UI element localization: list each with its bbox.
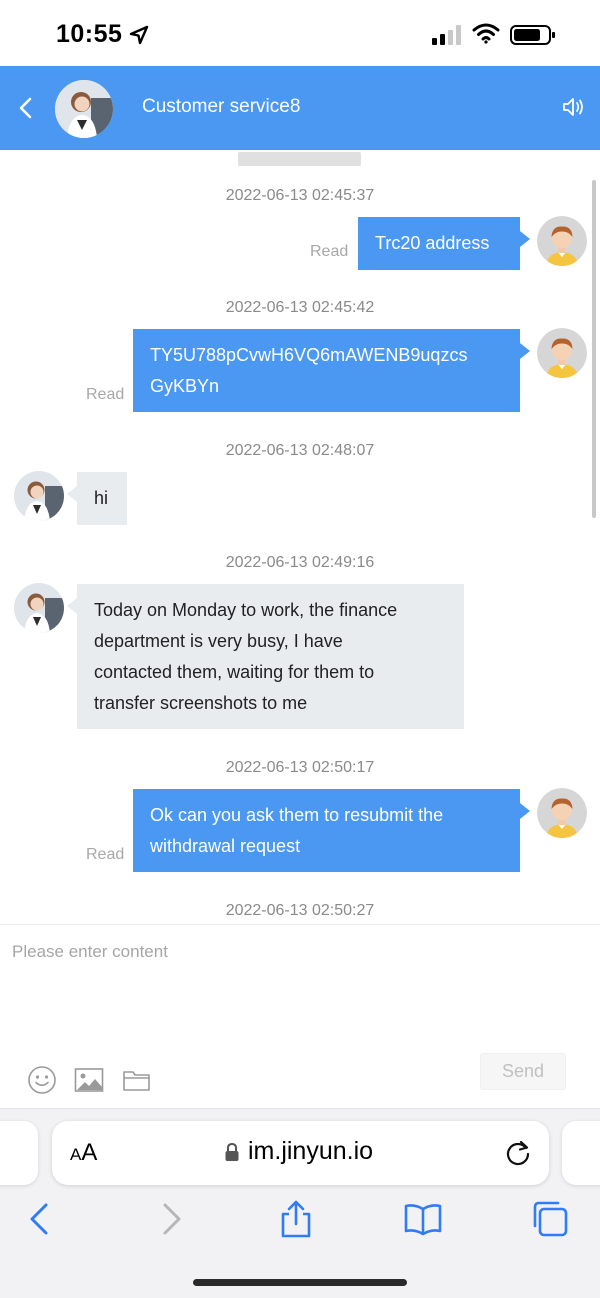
bubble-tail bbox=[67, 486, 77, 502]
image-icon[interactable] bbox=[74, 1065, 104, 1095]
home-indicator[interactable] bbox=[193, 1279, 407, 1286]
reader-text-size-button[interactable]: AA bbox=[70, 1139, 97, 1167]
user-avatar-icon bbox=[537, 788, 587, 838]
user-avatar[interactable] bbox=[537, 328, 587, 378]
pull-handle[interactable] bbox=[238, 152, 361, 166]
message-text-line: withdrawal request bbox=[150, 836, 301, 856]
bubble-tail bbox=[67, 598, 77, 614]
agent-photo-icon bbox=[14, 583, 64, 633]
previous-tab-preview[interactable] bbox=[0, 1121, 38, 1185]
message-list[interactable]: 2022-06-13 02:45:37 Read Trc20 address 2… bbox=[0, 150, 600, 924]
incoming-message-bubble[interactable]: Today on Monday to work, the finance dep… bbox=[77, 584, 464, 729]
agent-avatar[interactable] bbox=[14, 583, 64, 633]
outgoing-message-bubble[interactable]: TY5U788pCvwH6VQ6mAWENB9uqzcs GyKBYn bbox=[133, 329, 520, 412]
composer: Send bbox=[0, 924, 600, 1108]
status-bar: 10:55 bbox=[0, 0, 600, 66]
outgoing-message-bubble[interactable]: Trc20 address bbox=[358, 217, 520, 270]
cellular-signal-icon bbox=[432, 25, 461, 45]
message-text: Trc20 address bbox=[375, 233, 490, 253]
scrollbar[interactable] bbox=[592, 180, 596, 518]
status-time: 10:55 bbox=[56, 20, 123, 48]
bubble-tail bbox=[520, 803, 530, 819]
folder-icon[interactable] bbox=[122, 1065, 152, 1095]
reload-icon[interactable] bbox=[504, 1139, 532, 1167]
message-text-line: Today on Monday to work, the finance bbox=[94, 600, 398, 620]
read-receipt: Read bbox=[310, 243, 349, 260]
message-text-line: department is very busy, I have bbox=[94, 631, 343, 651]
share-icon[interactable] bbox=[276, 1199, 316, 1239]
user-avatar-icon bbox=[537, 328, 587, 378]
text-size-small-glyph: A bbox=[70, 1145, 82, 1164]
message-timestamp: 2022-06-13 02:49:16 bbox=[225, 554, 375, 571]
browser-back-icon[interactable] bbox=[20, 1199, 60, 1239]
location-arrow-icon bbox=[129, 25, 149, 45]
message-timestamp: 2022-06-13 02:45:37 bbox=[225, 187, 375, 204]
message-text-line: GyKBYn bbox=[150, 376, 220, 396]
browser-forward-icon[interactable] bbox=[151, 1199, 191, 1239]
chat-title: Customer service8 bbox=[142, 96, 301, 117]
agent-photo-icon bbox=[14, 471, 64, 521]
bubble-tail bbox=[520, 343, 530, 359]
message-timestamp: 2022-06-13 02:50:27 bbox=[225, 902, 375, 919]
agent-avatar[interactable] bbox=[14, 471, 64, 521]
bubble-tail bbox=[520, 231, 530, 247]
address-bar[interactable]: AA im.jinyun.io bbox=[52, 1121, 549, 1185]
message-timestamp: 2022-06-13 02:45:42 bbox=[225, 299, 375, 316]
bookmarks-icon[interactable] bbox=[403, 1199, 443, 1239]
send-button[interactable]: Send bbox=[480, 1053, 566, 1090]
agent-avatar[interactable] bbox=[55, 80, 113, 138]
browser-toolbar: AA im.jinyun.io bbox=[0, 1108, 600, 1298]
message-timestamp: 2022-06-13 02:48:07 bbox=[225, 442, 375, 459]
agent-photo-icon bbox=[55, 80, 113, 138]
read-receipt: Read bbox=[86, 846, 125, 863]
user-avatar[interactable] bbox=[537, 788, 587, 838]
message-input[interactable] bbox=[12, 937, 588, 967]
message-text-line: transfer screenshots to me bbox=[94, 693, 308, 713]
chat-header: Customer service8 bbox=[0, 66, 600, 150]
url-text: im.jinyun.io bbox=[248, 1137, 374, 1165]
message-text-line: Ok can you ask them to resubmit the bbox=[150, 805, 444, 825]
user-avatar-icon bbox=[537, 216, 587, 266]
text-size-large-glyph: A bbox=[81, 1139, 98, 1166]
incoming-message-bubble[interactable]: hi bbox=[77, 472, 127, 525]
message-text-line: contacted them, waiting for them to bbox=[94, 662, 375, 682]
speaker-icon[interactable] bbox=[562, 96, 586, 118]
battery-icon bbox=[510, 25, 555, 45]
tabs-icon[interactable] bbox=[530, 1199, 570, 1239]
message-text-line: TY5U788pCvwH6VQ6mAWENB9uqzcs bbox=[150, 345, 468, 365]
read-receipt: Read bbox=[86, 386, 125, 403]
message-text: hi bbox=[94, 488, 109, 508]
next-tab-preview[interactable] bbox=[562, 1121, 600, 1185]
wifi-icon bbox=[472, 23, 500, 44]
lock-icon bbox=[225, 1142, 239, 1161]
user-avatar[interactable] bbox=[537, 216, 587, 266]
emoji-icon[interactable] bbox=[27, 1065, 57, 1095]
message-timestamp: 2022-06-13 02:50:17 bbox=[225, 759, 375, 776]
outgoing-message-bubble[interactable]: Ok can you ask them to resubmit the with… bbox=[133, 789, 520, 872]
back-chevron-icon[interactable] bbox=[14, 94, 38, 122]
